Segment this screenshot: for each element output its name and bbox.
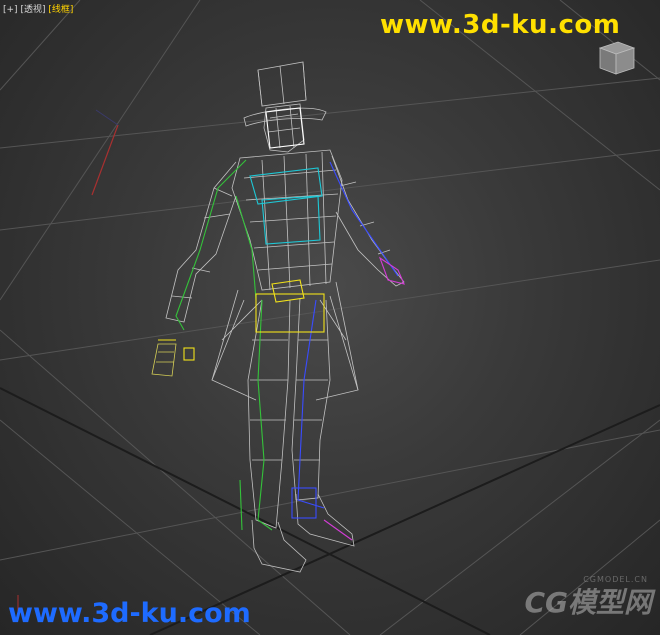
viewport-view-mode[interactable]: [透视] <box>20 5 45 15</box>
viewcube-icon[interactable] <box>594 38 638 78</box>
watermark-top: www.3d-ku.com <box>380 10 621 40</box>
watermark-bottom: www.3d-ku.com <box>8 598 251 629</box>
viewport-shading-mode[interactable]: [线框] <box>48 5 73 15</box>
cg-logo-text: CG模型网 <box>524 586 652 619</box>
cg-logo: CGMODEL.CN CG模型网 <box>472 575 652 621</box>
viewport-menu-button[interactable]: [+] <box>3 5 18 15</box>
viewport-perspective[interactable]: [+] [透视] [线框] www.3d-ku.com www.3d-ku.co… <box>0 0 660 635</box>
viewport-label: [+] [透视] [线框] <box>3 2 73 15</box>
character-wireframe[interactable] <box>0 0 660 635</box>
